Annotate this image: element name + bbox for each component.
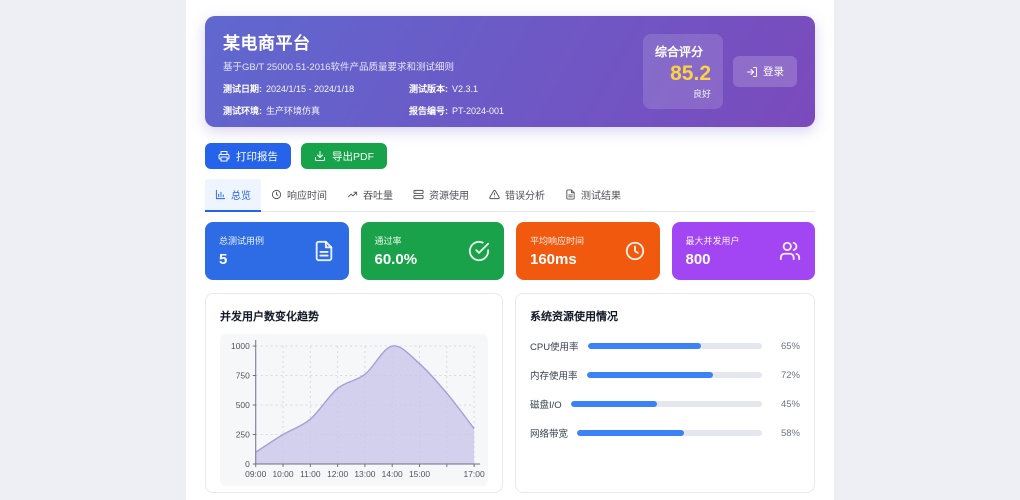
svg-text:13:00: 13:00 bbox=[354, 469, 375, 479]
export-pdf-label: 导出PDF bbox=[332, 150, 374, 163]
svg-text:15:00: 15:00 bbox=[409, 469, 430, 479]
alert-triangle-icon bbox=[489, 189, 500, 200]
resource-rows: CPU使用率 65% 内存使用率 72% 磁盘I/O 45% 网络带宽 58% bbox=[530, 339, 800, 441]
login-label: 登录 bbox=[763, 66, 784, 78]
resource-row-network: 网络带宽 58% bbox=[530, 427, 800, 441]
overall-score-grade: 良好 bbox=[692, 88, 711, 99]
report-page: 某电商平台 基于GB/T 25000.51-2016软件产品质量要求和测试细则 … bbox=[186, 0, 834, 500]
resource-row-disk: 磁盘I/O 45% bbox=[530, 398, 800, 412]
overall-score-value: 85.2 bbox=[670, 62, 711, 86]
resource-bar-fill bbox=[587, 343, 701, 349]
users-icon bbox=[779, 241, 801, 261]
tab-overview[interactable]: 总览 bbox=[205, 179, 261, 212]
svg-text:500: 500 bbox=[236, 400, 250, 410]
system-resources-panel: 系统资源使用情况 CPU使用率 65% 内存使用率 72% 磁盘I/O 45% bbox=[515, 293, 815, 493]
svg-text:10:00: 10:00 bbox=[272, 469, 293, 479]
svg-text:09:00: 09:00 bbox=[245, 469, 266, 479]
report-meta: 测试日期: 2024/1/15 - 2024/1/18 测试版本: V2.3.1 测… bbox=[223, 82, 504, 117]
login-button[interactable]: 登录 bbox=[733, 56, 797, 87]
report-subtitle: 基于GB/T 25000.51-2016软件产品质量要求和测试细则 bbox=[223, 62, 455, 73]
bar-chart-icon bbox=[215, 189, 226, 200]
concurrent-users-chart: 0 250 500 750 1000 09:00 10:00 11:00 12:00 13:00 1… bbox=[231, 340, 485, 479]
resources-panel-title: 系统资源使用情况 bbox=[530, 311, 618, 323]
resource-row-cpu: CPU使用率 65% bbox=[530, 340, 800, 354]
file-text-icon bbox=[566, 189, 575, 200]
chart-plot-area: 0 250 500 750 1000 09:00 10:00 11:00 12:00 13:00 1… bbox=[220, 334, 488, 486]
svg-text:11:00: 11:00 bbox=[300, 469, 321, 479]
report-header: 某电商平台 基于GB/T 25000.51-2016软件产品质量要求和测试细则 … bbox=[205, 16, 815, 127]
toolbar: 打印报告 导出PDF bbox=[205, 143, 815, 169]
server-icon bbox=[413, 189, 424, 200]
memory-progress-bar bbox=[586, 372, 762, 378]
chart-panel-title: 并发用户数变化趋势 bbox=[220, 311, 319, 323]
test-date-meta: 测试日期: 2024/1/15 - 2024/1/18 bbox=[223, 84, 355, 94]
cpu-progress-bar bbox=[587, 343, 762, 349]
clock-icon bbox=[625, 241, 644, 261]
report-header-info: 某电商平台 基于GB/T 25000.51-2016软件产品质量要求和测试细则 … bbox=[223, 29, 504, 117]
concurrent-users-panel: 并发用户数变化趋势 0 250 500 750 1000 09:00 10:00 11:00 1… bbox=[205, 293, 503, 493]
panels-row: 并发用户数变化趋势 0 250 500 750 1000 09:00 10:00 11:00 1… bbox=[205, 293, 815, 493]
tab-response-time[interactable]: 响应时间 bbox=[261, 179, 337, 212]
stat-card-total-cases: 总测试用例 5 bbox=[205, 222, 349, 280]
report-title: 某电商平台 bbox=[223, 34, 311, 53]
trending-up-icon bbox=[347, 191, 358, 198]
svg-text:14:00: 14:00 bbox=[382, 469, 403, 479]
svg-text:0: 0 bbox=[245, 459, 250, 469]
svg-text:250: 250 bbox=[236, 429, 250, 439]
report-number-meta: 报告编号: PT-2024-001 bbox=[409, 106, 505, 116]
stats-row: 总测试用例 5 通过率 60.0% 平均响应时间 160ms 最大并发用户 80… bbox=[205, 222, 815, 280]
svg-text:12:00: 12:00 bbox=[327, 469, 348, 479]
test-version-meta: 测试版本: V2.3.1 bbox=[409, 84, 479, 94]
print-report-label: 打印报告 bbox=[236, 150, 278, 163]
tab-resource-usage[interactable]: 资源使用 bbox=[403, 179, 479, 212]
printer-icon bbox=[218, 151, 230, 162]
svg-text:17:00: 17:00 bbox=[464, 469, 485, 479]
disk-progress-bar bbox=[570, 401, 762, 407]
network-progress-bar bbox=[577, 430, 762, 436]
print-report-button[interactable]: 打印报告 bbox=[205, 143, 291, 169]
file-text-icon bbox=[315, 240, 332, 262]
test-env-meta: 测试环境: 生产环境仿真 bbox=[223, 106, 321, 116]
login-icon bbox=[747, 66, 757, 77]
overall-score-label: 综合评分 bbox=[655, 45, 704, 60]
svg-text:750: 750 bbox=[236, 370, 250, 380]
overall-score-box: 综合评分 85.2 良好 bbox=[643, 34, 723, 109]
tab-test-results[interactable]: 测试结果 bbox=[555, 179, 631, 212]
check-circle-icon bbox=[468, 240, 490, 262]
clock-icon bbox=[271, 189, 282, 200]
resource-row-memory: 内存使用率 72% bbox=[530, 369, 800, 383]
stat-card-avg-response: 平均响应时间 160ms bbox=[516, 222, 660, 280]
resource-bar-fill bbox=[586, 372, 713, 378]
resource-bar-fill bbox=[577, 430, 685, 436]
svg-text:1000: 1000 bbox=[231, 341, 250, 351]
export-pdf-button[interactable]: 导出PDF bbox=[301, 143, 387, 169]
stat-card-max-concurrent: 最大并发用户 800 bbox=[671, 222, 815, 280]
download-icon bbox=[315, 151, 325, 161]
tab-bar: 总览 响应时间 吞吐量 资源使用 错误分析 测试结果 bbox=[205, 179, 815, 212]
stat-card-pass-rate: 通过率 60.0% bbox=[360, 222, 504, 280]
tab-error-analysis[interactable]: 错误分析 bbox=[479, 179, 555, 212]
resource-bar-fill bbox=[570, 401, 657, 407]
tab-throughput[interactable]: 吞吐量 bbox=[337, 179, 403, 212]
